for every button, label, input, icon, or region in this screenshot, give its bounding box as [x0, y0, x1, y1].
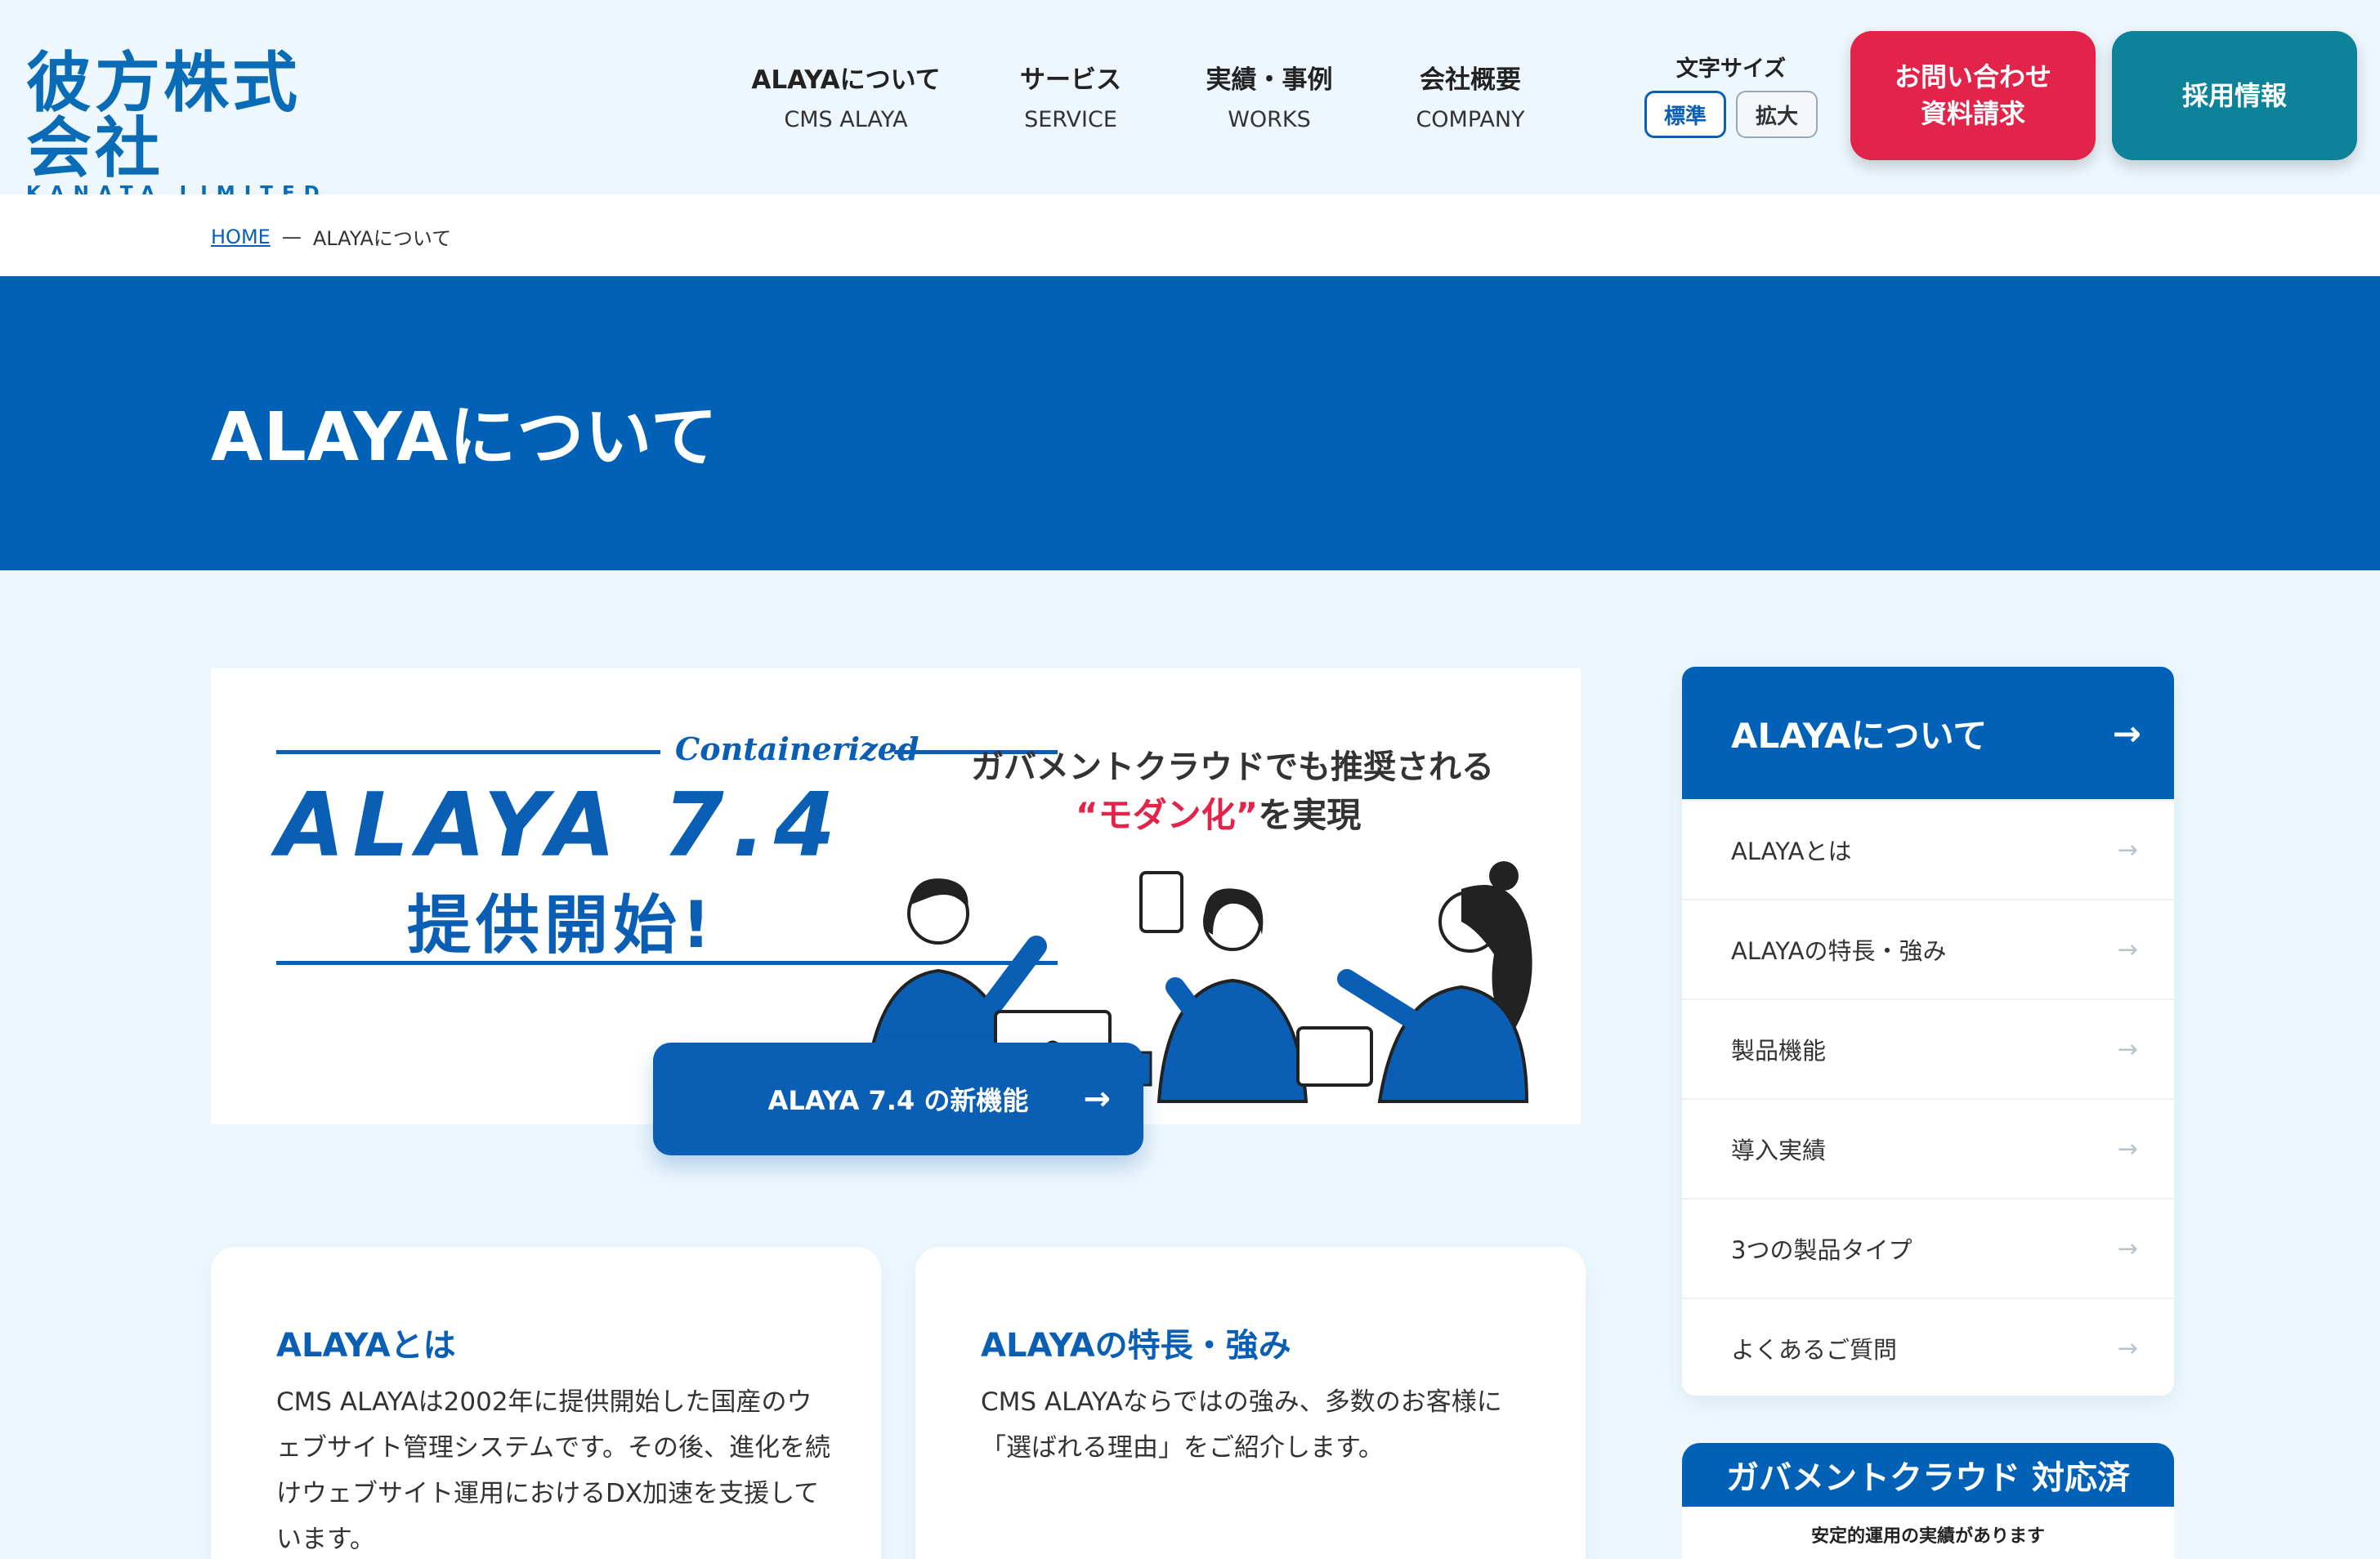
arrow-right-icon: →: [2117, 935, 2138, 964]
banner-containerized-text: Containerized: [675, 730, 919, 767]
banner-modern-rest: を実現: [1258, 795, 1362, 835]
arrow-right-icon: →: [2117, 1333, 2138, 1363]
card-about-alaya-body: CMS ALAYAは2002年に提供開始した国産のウェブサイト管理システムです。…: [276, 1387, 830, 1554]
nav-works-label: 実績・事例: [1206, 65, 1333, 95]
card-alaya-strengths-body: CMS ALAYAならではの強み、多数のお客様に「選ばれる理由」をご紹介します。: [981, 1387, 1502, 1463]
nav-service-sub: SERVICE: [1024, 107, 1117, 132]
arrow-right-icon: →: [2117, 1234, 2138, 1263]
banner-launch-text: 提供開始!: [407, 889, 716, 963]
arrow-right-icon: →: [2117, 835, 2138, 864]
contact-label: お問い合わせ: [1894, 61, 2051, 93]
page-title: ALAYAについて: [211, 399, 718, 476]
logo-japanese: 彼方株式会社: [26, 45, 301, 186]
sidebar-item-case-studies[interactable]: 導入実績 →: [1682, 1098, 2174, 1198]
breadcrumb-separator: —: [281, 225, 302, 248]
site-header: 彼方株式会社 KANATA LIMITED ALAYAについて CMS ALAY…: [0, 0, 2380, 204]
nav-company-label: 会社概要: [1420, 65, 1521, 95]
tablet-icon: [1139, 871, 1183, 933]
sidebar-item-label: 3つの製品タイプ: [1731, 1236, 1912, 1264]
banner-modernization-text: “モダン化”を実現: [1076, 788, 1361, 838]
nav-company-sub: COMPANY: [1416, 107, 1525, 132]
arrow-right-icon: →: [2117, 1034, 2138, 1064]
banner-modern-close-quote: ”: [1235, 795, 1259, 835]
breadcrumb: HOME — ALAYAについて: [0, 194, 2380, 276]
font-size-large-button[interactable]: 拡大: [1736, 91, 1818, 138]
sidebar-item-what-is-alaya[interactable]: ALAYAとは →: [1682, 799, 2174, 899]
nav-item-about[interactable]: ALAYAについて CMS ALAYA: [751, 59, 941, 132]
card-about-alaya-title: ALAYAとは: [276, 1327, 456, 1365]
banner-modern-open-quote: “: [1076, 795, 1098, 835]
sidebar-item-label: 製品機能: [1731, 1037, 1827, 1065]
nav-item-service[interactable]: サービス SERVICE: [1005, 59, 1136, 132]
card-alaya-strengths[interactable]: ALAYAの特長・強み CMS ALAYAならではの強み、多数のお客様に「選ばれ…: [915, 1247, 1586, 1559]
sidebar-head-link[interactable]: ALAYAについて →: [1682, 667, 2174, 799]
nav-item-works[interactable]: 実績・事例 WORKS: [1201, 59, 1337, 132]
sidebar-item-label: 導入実績: [1731, 1137, 1827, 1164]
sidebar-item-strengths[interactable]: ALAYAの特長・強み →: [1682, 899, 2174, 998]
gov-cloud-badge-sub: 安定的運用の実績があります: [1810, 1526, 2045, 1547]
nav-about-label: ALAYAについて: [751, 65, 941, 95]
nav-works-sub: WORKS: [1228, 107, 1311, 132]
nav-service-label: サービス: [1020, 65, 1121, 95]
nav-item-company[interactable]: 会社概要 COMPANY: [1407, 59, 1533, 132]
sidebar-item-features[interactable]: 製品機能 →: [1682, 998, 2174, 1098]
company-logo[interactable]: 彼方株式会社 KANATA LIMITED: [26, 45, 320, 205]
person-hair-bun: [1489, 861, 1519, 891]
sidebar-item-label: よくあるご質問: [1731, 1336, 1898, 1364]
sidebar-item-label: ALAYAの特長・強み: [1731, 937, 1947, 965]
sidebar-title: ALAYAについて: [1731, 715, 1988, 756]
banner-gov-cloud-text: ガバメントクラウドでも推奨される: [971, 748, 1494, 786]
gov-cloud-badge[interactable]: ガバメントクラウド 対応済 安定的運用の実績があります: [1682, 1443, 2174, 1559]
person-arm: [1337, 969, 1422, 1030]
contact-button[interactable]: お問い合わせ 資料請求: [1850, 31, 2096, 160]
sidebar-item-product-types[interactable]: 3つの製品タイプ →: [1682, 1198, 2174, 1298]
card-alaya-strengths-title: ALAYAの特長・強み: [981, 1327, 1291, 1365]
person-arm: [1165, 977, 1210, 1030]
sidebar-menu: ALAYAについて → ALAYAとは → ALAYAの特長・強み → 製品機能…: [1682, 667, 2174, 1396]
font-size-switcher: 文字サイズ 標準 拡大: [1644, 51, 1818, 138]
laptop-icon: [1296, 1026, 1373, 1087]
new-features-button[interactable]: ALAYA 7.4 の新機能 →: [653, 1043, 1143, 1155]
recruit-button[interactable]: 採用情報: [2112, 31, 2357, 160]
card-about-alaya[interactable]: ALAYAとは CMS ALAYAは2002年に提供開始した国産のウェブサイト管…: [211, 1247, 881, 1559]
arrow-right-icon: →: [2112, 712, 2141, 753]
arrow-right-icon: →: [1083, 1080, 1111, 1118]
new-features-label: ALAYA 7.4 の新機能: [767, 1085, 1029, 1116]
nav-about-sub: CMS ALAYA: [784, 107, 908, 132]
sidebar-item-faq[interactable]: よくあるご質問 →: [1682, 1298, 2174, 1396]
breadcrumb-home-link[interactable]: HOME: [211, 226, 271, 248]
banner-modern-word: モダン化: [1098, 795, 1236, 835]
banner-product-name: ALAYA 7.4: [276, 775, 843, 877]
materials-label: 資料請求: [1920, 98, 2025, 129]
banner-rule-left: [276, 750, 660, 754]
breadcrumb-current: ALAYAについて: [312, 227, 452, 250]
font-size-standard-button[interactable]: 標準: [1644, 91, 1726, 138]
font-size-label: 文字サイズ: [1675, 56, 1787, 82]
sidebar-item-label: ALAYAとは: [1731, 838, 1852, 865]
page-hero: ALAYAについて: [0, 276, 2380, 570]
person-arm: [977, 936, 1047, 1022]
arrow-right-icon: →: [2117, 1134, 2138, 1164]
gov-cloud-badge-title: ガバメントクラウド 対応済: [1682, 1443, 2174, 1507]
